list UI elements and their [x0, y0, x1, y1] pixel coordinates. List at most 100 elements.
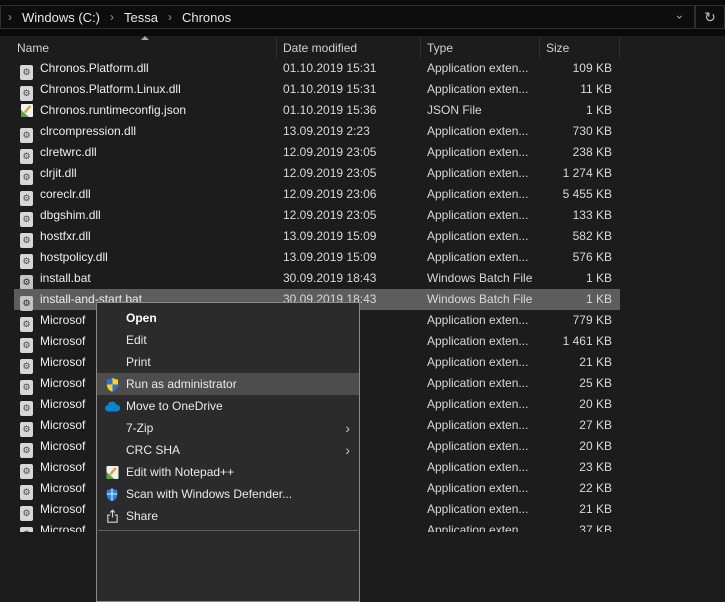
breadcrumb-chevron-icon[interactable]: ›	[161, 10, 179, 24]
breadcrumb-item[interactable]: Chronos	[179, 10, 234, 25]
file-size: 1 KB	[540, 268, 612, 289]
refresh-button[interactable]: ↻	[695, 5, 725, 29]
menu-item-label: Edit with Notepad++	[126, 465, 234, 479]
file-row[interactable]: ⚙clrcompression.dll13.09.2019 2:23Applic…	[0, 121, 725, 142]
file-row[interactable]: ⚙hostpolicy.dll13.09.2019 15:09Applicati…	[0, 247, 725, 268]
menu-item-print[interactable]: Print	[97, 351, 359, 373]
file-type: Windows Batch File	[427, 268, 537, 289]
file-row[interactable]: ⚙clretwrc.dll12.09.2019 23:05Application…	[0, 142, 725, 163]
dll-file-icon: ⚙	[20, 208, 34, 223]
file-name: Microsof	[40, 478, 85, 499]
breadcrumb: Windows (C:)›Tessa›Chronos	[19, 10, 234, 25]
file-name: Microsof	[40, 394, 85, 415]
file-type: Application exten...	[427, 373, 537, 394]
file-size: 5 455 KB	[540, 184, 612, 205]
file-row[interactable]: ⚙clrjit.dll12.09.2019 23:05Application e…	[0, 163, 725, 184]
dll-file-icon: ⚙	[20, 124, 34, 139]
dll-file-icon: ⚙	[20, 82, 34, 97]
file-type: Application exten...	[427, 352, 537, 373]
column-divider[interactable]	[276, 36, 277, 58]
json-file-icon	[20, 103, 34, 118]
dll-file-icon: ⚙	[20, 229, 34, 244]
submenu-chevron-icon: ›	[345, 421, 350, 435]
breadcrumb-item[interactable]: Windows (C:)	[19, 10, 103, 25]
menu-item-run-as-administrator[interactable]: Run as administrator	[97, 373, 359, 395]
notepad-plus-plus-icon	[104, 464, 120, 480]
menu-item-7-zip[interactable]: 7-Zip ›	[97, 417, 359, 439]
menu-item-move-to-onedrive[interactable]: Move to OneDrive	[97, 395, 359, 417]
menu-item-label: Share	[126, 509, 158, 523]
menu-item-label: Open	[126, 311, 157, 325]
dll-file-icon: ⚙	[20, 187, 34, 202]
file-row[interactable]: ⚙hostfxr.dll13.09.2019 15:09Application …	[0, 226, 725, 247]
menu-item-label: Edit	[126, 333, 147, 347]
file-row[interactable]: ⚙Chronos.Platform.dll01.10.2019 15:31App…	[0, 58, 725, 79]
menu-item-open[interactable]: Open	[97, 307, 359, 329]
address-bar[interactable]: › Windows (C:)›Tessa›Chronos ›	[0, 5, 695, 29]
column-divider[interactable]	[420, 36, 421, 58]
dll-file-icon: ⚙	[20, 355, 34, 370]
share-icon	[104, 508, 120, 524]
file-row[interactable]: Chronos.runtimeconfig.json01.10.2019 15:…	[0, 100, 725, 121]
sort-ascending-indicator	[141, 36, 149, 40]
dll-file-icon: ⚙	[20, 334, 34, 349]
dll-file-icon: ⚙	[20, 502, 34, 517]
file-type: Application exten...	[427, 499, 537, 520]
file-name: Microsof	[40, 457, 85, 478]
file-row[interactable]: ⚙coreclr.dll12.09.2019 23:06Application …	[0, 184, 725, 205]
file-size: 23 KB	[540, 457, 612, 478]
file-size: 779 KB	[540, 310, 612, 331]
file-date-modified: 13.09.2019 15:09	[283, 226, 376, 247]
context-menu: Open Edit Print Run as administratorMove to…	[96, 302, 360, 602]
file-name: clrcompression.dll	[40, 121, 136, 142]
dll-file-icon: ⚙	[20, 397, 34, 412]
file-type: Application exten...	[427, 478, 537, 499]
menu-item-edit[interactable]: Edit	[97, 329, 359, 351]
menu-item-share[interactable]: Share	[97, 505, 359, 527]
refresh-icon: ↻	[704, 9, 716, 26]
menu-item-label: 7-Zip	[126, 421, 153, 435]
column-divider[interactable]	[619, 36, 620, 58]
file-type: Application exten...	[427, 520, 537, 532]
dll-file-icon: ⚙	[20, 523, 34, 532]
file-row[interactable]: ⚙Chronos.Platform.Linux.dll01.10.2019 15…	[0, 79, 725, 100]
file-type: Application exten...	[427, 184, 537, 205]
menu-item-crc-sha[interactable]: CRC SHA›	[97, 439, 359, 461]
file-row[interactable]: ⚙install.bat30.09.2019 18:43Windows Batc…	[0, 268, 725, 289]
file-type: JSON File	[427, 100, 537, 121]
menu-item-label: Print	[126, 355, 151, 369]
file-type: Windows Batch File	[427, 289, 537, 310]
breadcrumb-item[interactable]: Tessa	[121, 10, 161, 25]
breadcrumb-root-chevron-icon[interactable]: ›	[1, 10, 19, 24]
file-date-modified: 01.10.2019 15:36	[283, 100, 376, 121]
column-header-date-modified[interactable]: Date modified	[277, 36, 421, 58]
file-name: Microsof	[40, 499, 85, 520]
file-date-modified: 01.10.2019 15:31	[283, 58, 376, 79]
column-divider[interactable]	[539, 36, 540, 58]
file-type: Application exten...	[427, 310, 537, 331]
file-date-modified: 13.09.2019 2:23	[283, 121, 370, 142]
file-date-modified: 30.09.2019 18:43	[283, 268, 376, 289]
dll-file-icon: ⚙	[20, 376, 34, 391]
dll-file-icon: ⚙	[20, 145, 34, 160]
file-size: 1 274 KB	[540, 163, 612, 184]
file-name: clretwrc.dll	[40, 142, 97, 163]
file-size: 11 KB	[540, 79, 612, 100]
address-dropdown-chevron-icon[interactable]: ›	[666, 10, 694, 24]
menu-item-label: Scan with Windows Defender...	[126, 487, 292, 501]
file-type: Application exten...	[427, 142, 537, 163]
file-name: hostfxr.dll	[40, 226, 91, 247]
menu-item-edit-with-notepad[interactable]: Edit with Notepad++	[97, 461, 359, 483]
menu-item-scan-with-windows-defender[interactable]: Scan with Windows Defender...	[97, 483, 359, 505]
dll-file-icon: ⚙	[20, 166, 34, 181]
column-header-name[interactable]: Name	[0, 36, 277, 58]
file-row[interactable]: ⚙dbgshim.dll12.09.2019 23:05Application …	[0, 205, 725, 226]
breadcrumb-chevron-icon[interactable]: ›	[103, 10, 121, 24]
file-name: hostpolicy.dll	[40, 247, 108, 268]
file-name: Microsof	[40, 415, 85, 436]
file-size: 1 461 KB	[540, 331, 612, 352]
column-header-size[interactable]: Size	[540, 36, 620, 58]
bat-file-icon: ⚙	[20, 292, 34, 307]
column-header-type[interactable]: Type	[421, 36, 540, 58]
column-headers: NameDate modifiedTypeSize	[0, 36, 725, 58]
